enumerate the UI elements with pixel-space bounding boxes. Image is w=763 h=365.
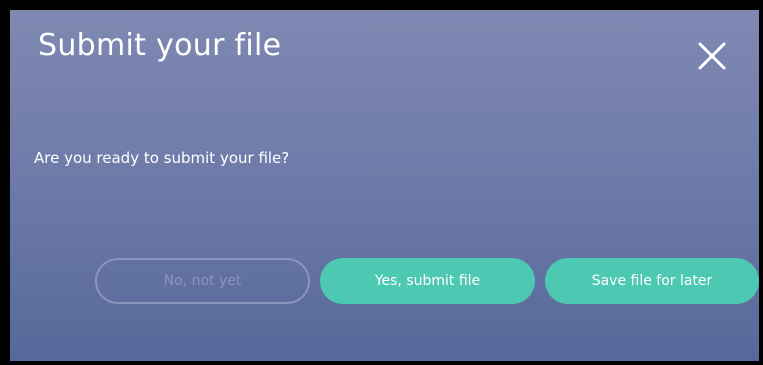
save-for-later-button[interactable]: Save file for later bbox=[545, 258, 759, 304]
not-yet-button[interactable]: No, not yet bbox=[95, 258, 310, 304]
close-icon bbox=[698, 42, 726, 70]
close-button[interactable] bbox=[694, 38, 730, 74]
dialog-title: Submit your file bbox=[38, 28, 282, 63]
dialog-message: Are you ready to submit your file? bbox=[34, 149, 290, 167]
submit-file-dialog: Submit your file Are you ready to submit… bbox=[10, 10, 759, 361]
submit-file-button[interactable]: Yes, submit file bbox=[320, 258, 535, 304]
